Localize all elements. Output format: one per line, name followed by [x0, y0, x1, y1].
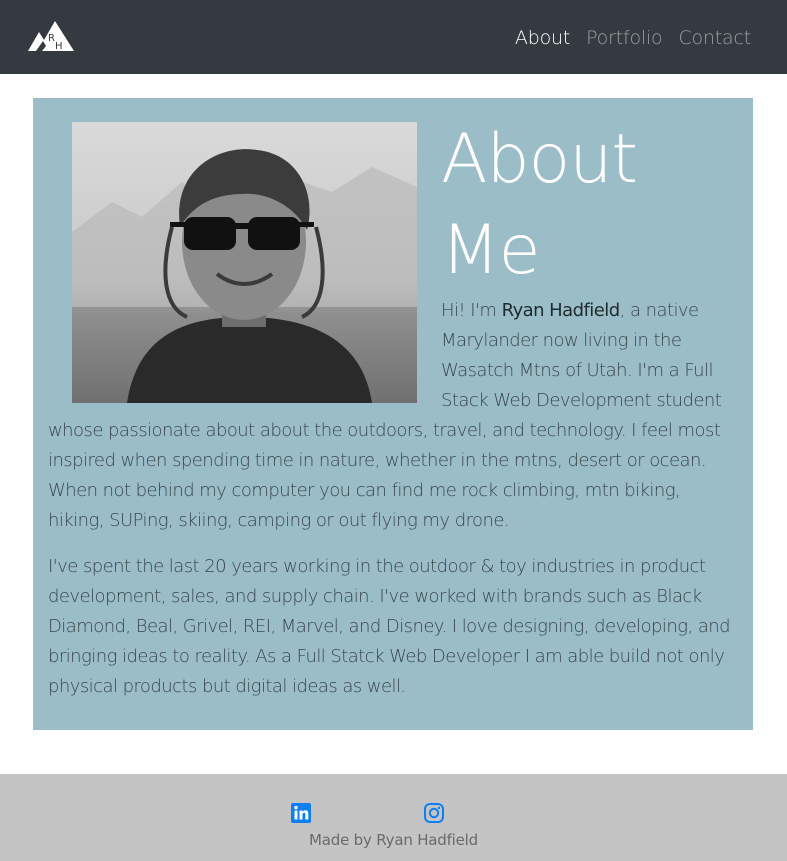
about-section: About Me Hi! I'm Ryan Hadfield, a native… — [33, 98, 753, 730]
navbar: R H About Portfolio Contact — [0, 0, 787, 74]
linkedin-link[interactable] — [290, 802, 312, 824]
profile-photo — [72, 122, 417, 403]
nav-link-about[interactable]: About — [515, 24, 570, 52]
logo-home-link[interactable]: R H — [28, 19, 74, 52]
author-name: Ryan Hadfield — [501, 300, 621, 321]
nav-link-portfolio[interactable]: Portfolio — [586, 24, 663, 52]
about-title-line1: About — [441, 120, 638, 199]
about-paragraph-2: I've spent the last 20 years working in … — [48, 556, 731, 697]
logo-letter-r: R — [48, 33, 55, 44]
about-title-line2: Me — [441, 211, 541, 290]
instagram-icon — [424, 803, 444, 823]
instagram-link[interactable] — [423, 802, 445, 824]
nav-link-contact[interactable]: Contact — [678, 24, 751, 52]
footer-credit: Made by Ryan Hadfield — [309, 831, 478, 849]
about-intro-text: Hi! I'm — [441, 300, 502, 321]
mountain-logo-icon: R H — [28, 21, 74, 52]
linkedin-icon — [291, 803, 311, 823]
portrait-illustration — [72, 122, 417, 403]
logo-letter-h: H — [55, 41, 63, 52]
nav-links: About Portfolio Contact — [499, 24, 751, 52]
